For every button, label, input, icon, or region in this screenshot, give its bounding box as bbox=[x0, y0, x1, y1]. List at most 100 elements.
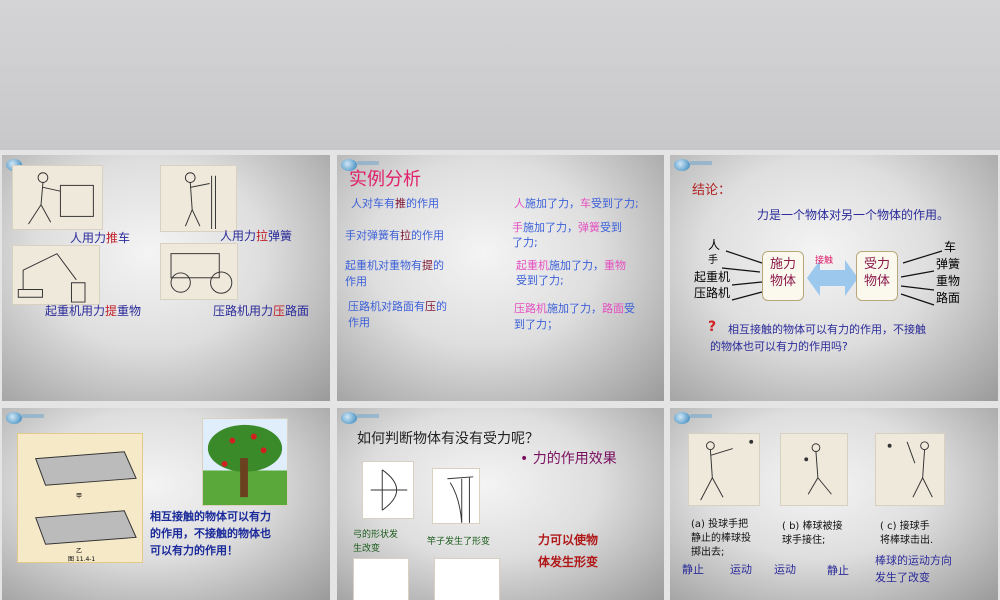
logo-text bbox=[22, 414, 44, 418]
text-segment: 推 bbox=[395, 197, 406, 210]
text-segment: 人用力 bbox=[70, 231, 107, 245]
text-segment: 施加了力， bbox=[525, 197, 580, 210]
contact-label: 接触 bbox=[815, 256, 834, 266]
text-segment: 车 bbox=[118, 231, 131, 245]
crane-image bbox=[12, 245, 100, 305]
exerter-item: 压路机 bbox=[694, 286, 731, 300]
caption-catch: ( b) 棒球被接 球手接住; bbox=[782, 521, 843, 546]
text-segment: 路面 bbox=[285, 304, 310, 318]
magnet-table-figure: 甲 乙 图 11.4-1 bbox=[17, 433, 143, 563]
text-segment: 拉 bbox=[256, 229, 269, 243]
text-segment: 施加了力， bbox=[547, 302, 602, 315]
text-segment: 手 bbox=[512, 221, 523, 234]
text-segment: 推 bbox=[106, 231, 119, 245]
chair-image bbox=[353, 558, 409, 600]
state-2: 运动 bbox=[730, 563, 752, 576]
text-segment: 提 bbox=[422, 259, 433, 272]
slide5-bullet: • 力的作用效果 bbox=[520, 451, 617, 467]
direction-change: 棒球的运动方向 发生了改变 bbox=[875, 554, 952, 584]
exerter-item: 人 bbox=[708, 238, 721, 252]
slide-thumbnail-6[interactable]: (a) 投球手把 静止的棒球投 掷出去; ( b) 棒球被接 球手接住; ( c… bbox=[670, 408, 998, 600]
caption-bow: 弓的形状发 生改变 bbox=[353, 530, 399, 554]
text-segment: 压 bbox=[273, 304, 286, 318]
logo-icon bbox=[674, 412, 690, 424]
receiver-item: 车 bbox=[944, 240, 957, 254]
text-segment: 压路机 bbox=[514, 302, 547, 315]
state-3: 运动 bbox=[774, 563, 796, 576]
top-area bbox=[0, 0, 1000, 150]
text-segment: 车 bbox=[580, 197, 591, 210]
figure-caption: 图 11.4-1 bbox=[68, 556, 96, 563]
figure-label-a: 甲 bbox=[76, 493, 83, 500]
text-segment: 拉 bbox=[400, 229, 411, 242]
deformation-conclusion: 力可以使物 体发生形变 bbox=[538, 533, 599, 569]
text-segment: 重物 bbox=[117, 304, 142, 318]
text-segment: 的作用 bbox=[411, 229, 444, 242]
slide-thumbnail-1[interactable]: 人用力推车 人用力拉弹簧 起重机用力提重物 压路机用力压路面 bbox=[2, 155, 330, 401]
panda-bamboo-image bbox=[434, 558, 500, 600]
logo-icon bbox=[341, 412, 357, 424]
text-segment: 的作用 bbox=[406, 197, 439, 210]
analysis-right-3: 起重机施加了力，重物 受到了力; bbox=[516, 258, 626, 288]
pole-image bbox=[432, 468, 480, 524]
exerting-items: 人 手 起重机 压路机 bbox=[694, 237, 730, 301]
state-1: 静止 bbox=[682, 563, 704, 576]
logo-text bbox=[690, 414, 712, 418]
text-segment: 人对车有 bbox=[351, 197, 395, 210]
text-segment: 重物 bbox=[604, 259, 626, 272]
text-segment: 起重机 bbox=[516, 259, 549, 272]
receiver-item: 路面 bbox=[936, 291, 961, 305]
catcher-image bbox=[780, 433, 848, 506]
road-roller-image bbox=[160, 243, 238, 300]
text-segment: 手对弹簧有 bbox=[345, 229, 400, 242]
slide-title: 实例分析 bbox=[349, 169, 421, 190]
bow-image bbox=[362, 461, 414, 519]
analysis-right-4: 压路机施加了力，路面受 到了力； bbox=[514, 301, 635, 333]
receiver-item: 重物 bbox=[936, 274, 961, 288]
slide5-title: 如何判断物体有没有受力呢？ bbox=[357, 431, 539, 447]
logo-text bbox=[357, 414, 379, 418]
text-segment: 压 bbox=[425, 300, 436, 313]
analysis-left-4: 压路机对路面有压的 作用 bbox=[348, 299, 447, 331]
pull-spring-image bbox=[160, 165, 237, 232]
text-segment: 受到了力; bbox=[516, 274, 564, 287]
text-segment: 受到了力; bbox=[591, 197, 639, 210]
label-roller-press: 压路机用力压路面 bbox=[213, 302, 309, 319]
caption-pole: 竿子发生了形变 bbox=[427, 537, 491, 547]
text-segment: 路面 bbox=[602, 302, 624, 315]
text-segment: 压路机对路面有 bbox=[348, 300, 425, 313]
caption-pitch: (a) 投球手把 静止的棒球投 掷出去; bbox=[691, 519, 751, 558]
slide-thumbnail-4[interactable]: 甲 乙 图 11.4-1 相互接触的物体可以有力 的作用，不接触的物体也 可以有… bbox=[2, 408, 330, 600]
text-segment: 起重机对重物有 bbox=[345, 259, 422, 272]
analysis-left-1: 人对车有推的作用 bbox=[351, 195, 439, 211]
analysis-right-2: 手施加了力，弹簧受到 了力; bbox=[512, 220, 622, 250]
text-segment: 弹簧 bbox=[268, 229, 293, 243]
pitcher-image bbox=[688, 433, 760, 506]
text-segment: 施加了力， bbox=[523, 221, 578, 234]
exerter-item: 起重机 bbox=[694, 270, 731, 284]
text-segment: 人 bbox=[514, 197, 525, 210]
analysis-right-1: 人施加了力，车受到了力; bbox=[514, 195, 639, 211]
analysis-left-2: 手对弹簧有拉的作用 bbox=[345, 227, 444, 243]
caption-hit: ( c) 接球手 将棒球击出. bbox=[880, 521, 934, 546]
logo-icon bbox=[6, 412, 22, 424]
newton-apple-tree-image bbox=[202, 418, 288, 506]
exerting-object-box: 施力 物体 bbox=[762, 251, 804, 301]
state-4: 静止 bbox=[827, 564, 849, 577]
slide-thumbnail-3[interactable]: 结论： 力是一个物体对另一个物体的作用。 人 手 起重机 压路机 施力 物体 接… bbox=[670, 155, 998, 401]
exerter-item: 手 bbox=[708, 255, 718, 266]
label-push-cart: 人用力推车 bbox=[70, 229, 130, 246]
receiving-object-box: 受力 物体 bbox=[856, 251, 898, 301]
text-segment: 压路机用力 bbox=[213, 304, 274, 318]
text-segment: 弹簧 bbox=[578, 221, 600, 234]
text-segment: 提 bbox=[105, 304, 118, 318]
slide-thumbnail-5[interactable]: 如何判断物体有没有受力呢？ • 力的作用效果 弓的形状发 生改变 竿子发生了形变… bbox=[337, 408, 664, 600]
text-segment: 起重机用力 bbox=[45, 304, 106, 318]
batter-image bbox=[875, 433, 945, 506]
push-cart-image bbox=[12, 165, 103, 230]
slide-thumbnail-2[interactable]: 实例分析 人对车有推的作用 手对弹簧有拉的作用 起重机对重物有提的 作用 压路机… bbox=[337, 155, 664, 401]
label-pull-spring: 人用力拉弹簧 bbox=[220, 227, 292, 244]
text-segment: 施加了力， bbox=[549, 259, 604, 272]
question-text: 相互接触的物体可以有力的作用，不接触 的物体也可以有力的作用吗? bbox=[710, 323, 926, 353]
slide4-text: 相互接触的物体可以有力 的作用，不接触的物体也 可以有力的作用！ bbox=[150, 510, 271, 557]
